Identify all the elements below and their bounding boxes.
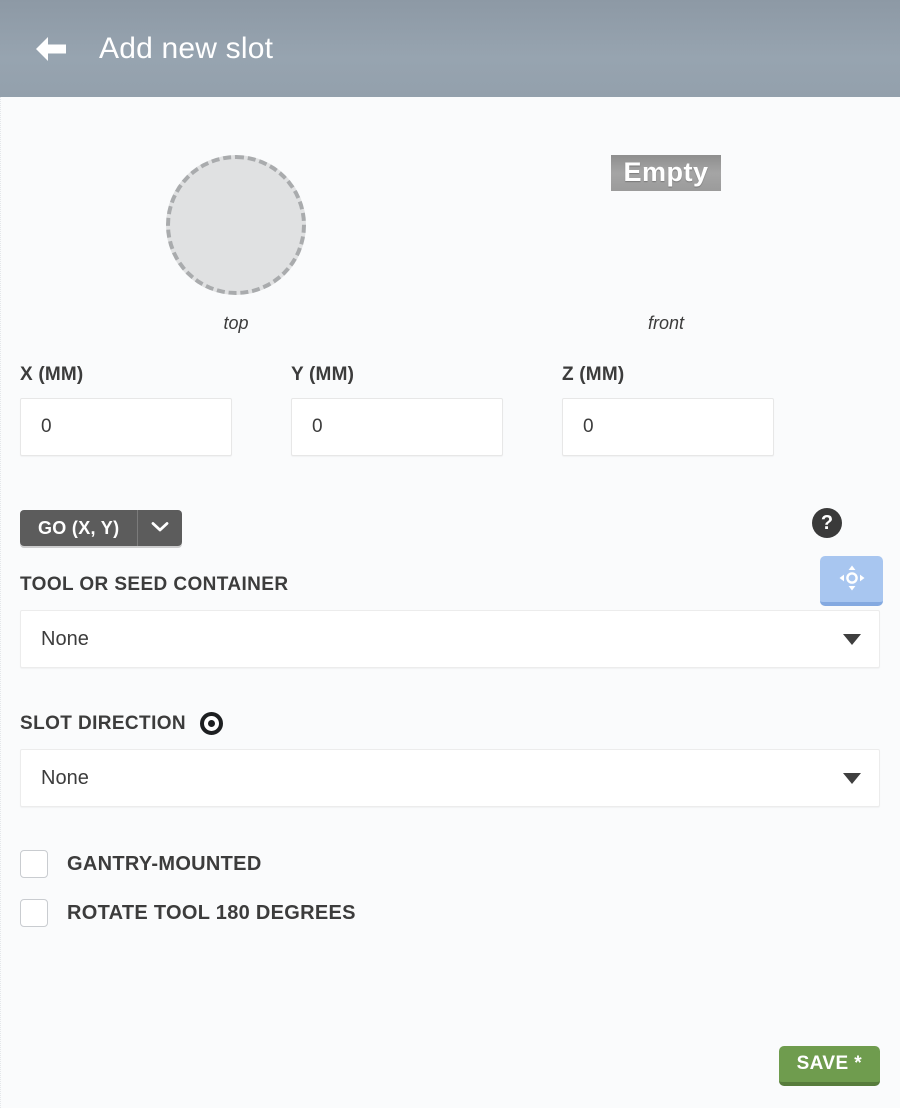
back-button[interactable] bbox=[28, 26, 74, 72]
slot-circle-icon bbox=[166, 155, 306, 295]
panel-header: Add new slot bbox=[0, 0, 900, 97]
checkbox-row-gantry-mounted[interactable]: GANTRY-MOUNTED bbox=[20, 845, 900, 883]
gantry-mounted-label: GANTRY-MOUNTED bbox=[67, 853, 262, 876]
slot-preview-top: top bbox=[116, 97, 356, 334]
save-row: SAVE * bbox=[779, 1046, 880, 1086]
caret-down-icon bbox=[843, 773, 861, 784]
tool-container-select[interactable]: None bbox=[20, 610, 880, 668]
z-label: Z (MM) bbox=[562, 364, 774, 386]
rotate-tool-checkbox[interactable] bbox=[20, 899, 48, 927]
tool-container-label: TOOL OR SEED CONTAINER bbox=[20, 574, 880, 596]
coordinate-field-z: Z (MM) bbox=[562, 364, 774, 456]
coordinate-field-y: Y (MM) bbox=[291, 364, 503, 456]
gantry-mounted-checkbox[interactable] bbox=[20, 850, 48, 878]
x-label: X (MM) bbox=[20, 364, 232, 386]
save-button[interactable]: SAVE * bbox=[779, 1046, 880, 1086]
rotate-tool-label: ROTATE TOOL 180 DEGREES bbox=[67, 902, 356, 925]
checkbox-row-rotate-tool[interactable]: ROTATE TOOL 180 DEGREES bbox=[20, 894, 900, 932]
arrow-left-icon bbox=[32, 34, 70, 64]
chevron-down-icon bbox=[151, 521, 169, 536]
slot-direction-label-text: SLOT DIRECTION bbox=[20, 713, 186, 735]
caret-down-icon bbox=[843, 634, 861, 645]
slot-preview-front: Empty front bbox=[546, 97, 786, 334]
z-input[interactable] bbox=[562, 398, 774, 456]
y-label: Y (MM) bbox=[291, 364, 503, 386]
slot-preview-front-label: front bbox=[546, 313, 786, 334]
tool-container-section: TOOL OR SEED CONTAINER None bbox=[1, 574, 900, 668]
bullseye-icon[interactable] bbox=[200, 712, 223, 735]
x-input[interactable] bbox=[20, 398, 232, 456]
panel-body: top Empty front X (MM) Y (MM) Z (MM) ? bbox=[0, 97, 900, 1108]
slot-preview-top-label: top bbox=[116, 313, 356, 334]
checkbox-group: GANTRY-MOUNTED ROTATE TOOL 180 DEGREES bbox=[1, 807, 900, 932]
slot-direction-label: SLOT DIRECTION bbox=[20, 712, 880, 735]
slot-preview: top Empty front bbox=[1, 97, 900, 367]
page-title: Add new slot bbox=[99, 32, 273, 66]
coordinate-field-x: X (MM) bbox=[20, 364, 232, 456]
status-badge: Empty bbox=[611, 155, 720, 191]
slot-direction-section: SLOT DIRECTION None bbox=[1, 712, 900, 807]
empty-badge-wrap: Empty bbox=[546, 97, 786, 295]
go-dropdown-button[interactable] bbox=[137, 510, 182, 546]
go-split-button: GO (X, Y) bbox=[20, 510, 182, 546]
coordinate-inputs: X (MM) Y (MM) Z (MM) bbox=[1, 364, 900, 484]
slot-direction-value: None bbox=[41, 767, 843, 790]
tool-container-label-text: TOOL OR SEED CONTAINER bbox=[20, 574, 289, 596]
go-button-row: GO (X, Y) bbox=[1, 484, 900, 574]
tool-container-value: None bbox=[41, 628, 843, 651]
y-input[interactable] bbox=[291, 398, 503, 456]
slot-direction-select[interactable]: None bbox=[20, 749, 880, 807]
go-button[interactable]: GO (X, Y) bbox=[20, 510, 137, 546]
